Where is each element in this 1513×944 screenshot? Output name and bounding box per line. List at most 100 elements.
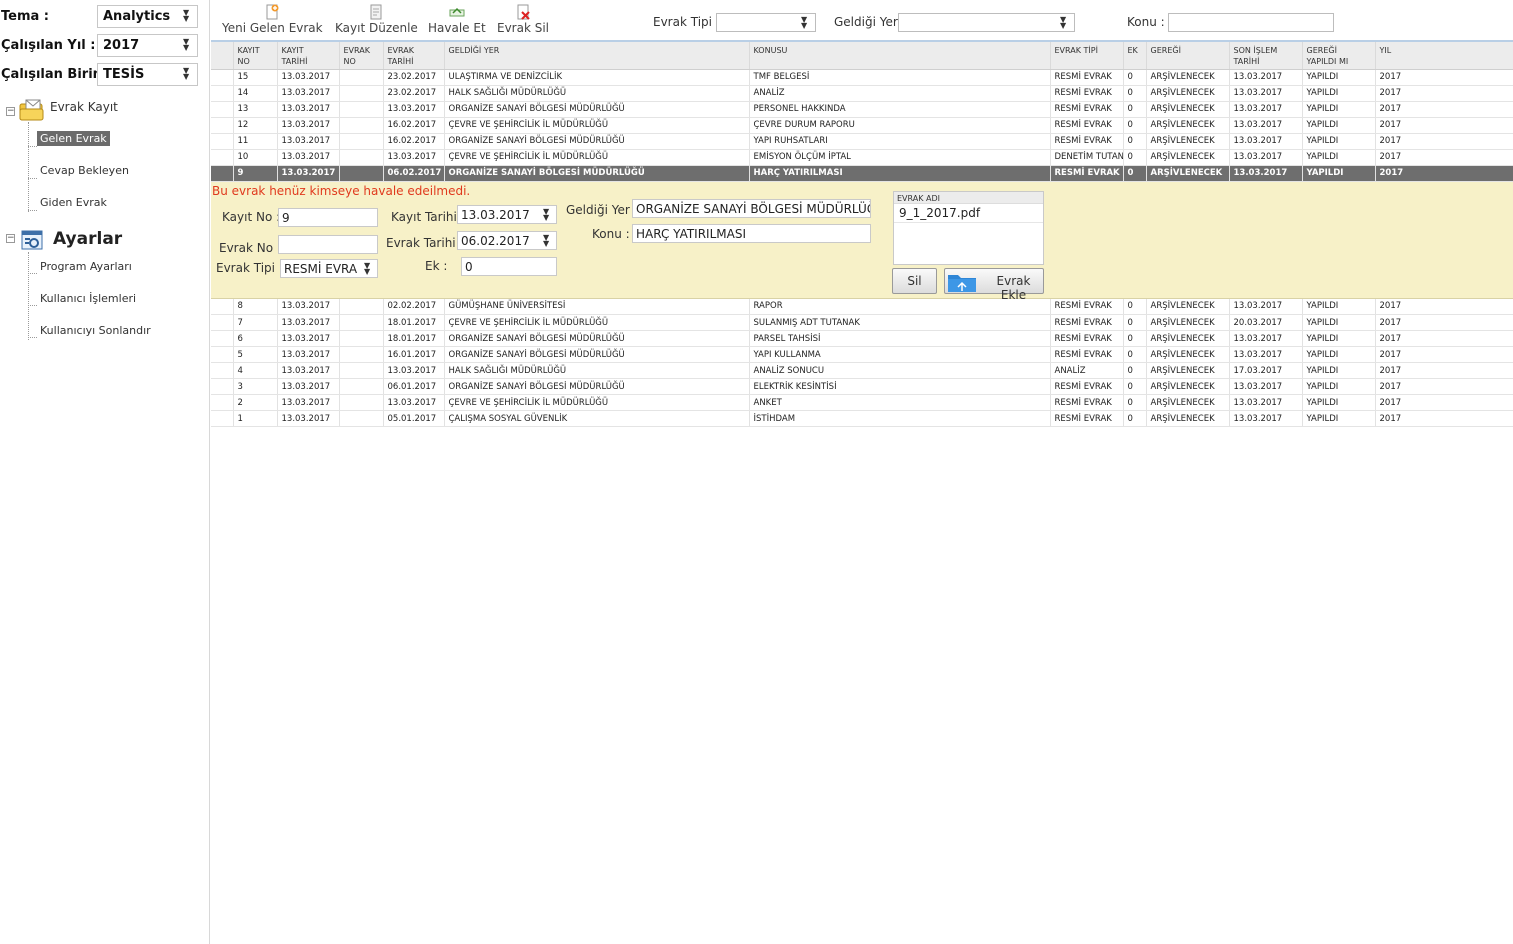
tree-line [28,122,29,212]
row-indicator [211,346,234,363]
column-header[interactable]: EVRAK TİPİ [1050,42,1124,70]
kayit-tarihi-picker[interactable]: 13.03.2017 ▼ ▼ [457,204,557,224]
tree-item-program-ayarlari[interactable]: Program Ayarları [40,260,132,273]
new-incoming-button[interactable]: Yeni Gelen Evrak [222,4,323,35]
table-row[interactable]: 6 13.03.2017 18.01.2017 ORGANİZE SANAYİ BÖL… [211,330,1513,347]
table-cell: RESMİ EVRAK [1050,346,1124,363]
tree-ayarlar-label: Ayarlar [53,229,123,249]
table-row[interactable]: 13 13.03.2017 13.03.2017 ORGANİZE SANAYİ BÖ… [211,101,1513,118]
column-header[interactable]: KAYIT TARİHİ [277,42,340,70]
kayit-no-field[interactable]: 9 [278,207,378,227]
tree-line [28,305,37,306]
table-cell: ORGANİZE SANAYİ BÖLGESİ MÜDÜRLÜĞÜ [444,101,750,118]
attachment-item[interactable]: 9_1_2017.pdf [894,204,1043,223]
table-cell: 0 [1123,149,1147,166]
table-row[interactable]: 8 13.03.2017 02.02.2017 GÜMÜŞHANE ÜNİVERSİT… [211,298,1513,315]
delete-attachment-button[interactable]: Sil [892,267,937,294]
table-cell: RESMİ EVRAK [1050,165,1124,182]
column-header[interactable]: EVRAK TARİHİ [383,42,445,70]
forward-button[interactable]: Havale Et [428,4,486,35]
delete-document-button[interactable]: Evrak Sil [497,4,549,35]
filter-type-select[interactable]: ▼ ▼ [716,13,816,32]
table-row[interactable]: 5 13.03.2017 16.01.2017 ORGANİZE SANAYİ BÖL… [211,346,1513,363]
table-row[interactable]: 15 13.03.2017 23.02.2017 ULAŞTIRMA VE DENİZ… [211,69,1513,86]
table-cell: 13.03.2017 [1229,101,1303,118]
column-header[interactable]: KAYIT NO [233,42,278,70]
table-row-selected[interactable]: 9 13.03.2017 06.02.2017 ORGANİZE SANAYİ BÖL… [211,165,1513,182]
column-header[interactable]: GEREĞİ [1146,42,1230,70]
table-cell: 0 [1123,330,1147,347]
filter-source-select[interactable]: ▼ ▼ [898,13,1075,32]
tema-label: Tema : [1,9,50,24]
toolbar: Yeni Gelen Evrak Kayıt Düzenle Havale Et… [211,0,1513,42]
tree-item-gelen-evrak[interactable]: Gelen Evrak [37,131,110,146]
table-cell: ULAŞTIRMA VE DENİZCİLİK [444,69,750,86]
table-cell: 6 [233,330,278,347]
table-row[interactable]: 14 13.03.2017 23.02.2017 HALK SAĞLIĞI MÜDÜR… [211,85,1513,102]
column-header[interactable]: GEREĞİ YAPILDI MI [1302,42,1376,70]
table-row[interactable]: 10 13.03.2017 13.03.2017 ÇEVRE VE ŞEHİRCİLİ… [211,149,1513,166]
evrak-tipi-value: RESMİ EVRA [284,261,358,276]
row-indicator [211,298,234,315]
table-cell [339,298,384,315]
yil-select[interactable]: 2017 ▼ ▼ [97,34,198,57]
column-header[interactable]: KONUSU [749,42,1051,70]
table-cell [339,378,384,395]
tree-item-kullanici-islemleri[interactable]: Kullanıcı İşlemleri [40,292,136,305]
table-row[interactable]: 7 13.03.2017 18.01.2017 ÇEVRE VE ŞEHİRCİLİK… [211,314,1513,331]
table-cell: 2017 [1375,346,1513,363]
evrak-no-field[interactable] [278,234,378,254]
tree-item-cevap-bekleyen[interactable]: Cevap Bekleyen [40,164,129,177]
konu-field[interactable]: HARÇ YATIRILMASI [632,223,871,243]
kayit-tarihi-label: Kayıt Tarihi : [391,209,465,224]
collapse-icon[interactable]: − [6,234,15,243]
table-row[interactable]: 4 13.03.2017 13.03.2017 HALK SAĞLIĞI MÜDÜRL… [211,362,1513,379]
tema-select[interactable]: Analytics ▼ ▼ [97,5,198,28]
table-cell: YAPILDI [1302,298,1376,315]
table-row[interactable]: 2 13.03.2017 13.03.2017 ÇEVRE VE ŞEHİRCİLİK… [211,394,1513,411]
column-header-line: EVRAK TİPİ [1054,46,1098,55]
ek-field[interactable]: 0 [461,256,557,276]
settings-window-icon [21,230,43,250]
table-row[interactable]: 11 13.03.2017 16.02.2017 ORGANİZE SANAYİ BÖ… [211,133,1513,150]
birim-select[interactable]: TESİS ▼ ▼ [97,63,198,86]
table-cell: 8 [233,298,278,315]
evrak-tarihi-value: 06.02.2017 [461,233,530,248]
row-indicator [211,133,234,150]
column-header[interactable]: EK [1123,42,1147,70]
table-row[interactable]: 1 13.03.2017 05.01.2017 ÇALIŞMA SOSYAL GÜVE… [211,410,1513,427]
chevron-down-icon: ▼ ▼ [364,260,371,276]
table-cell: RESMİ EVRAK [1050,298,1124,315]
table-row[interactable]: 12 13.03.2017 16.02.2017 ÇEVRE VE ŞEHİRCİLİ… [211,117,1513,134]
column-header-line: YAPILDI MI [1306,57,1349,66]
column-header[interactable]: YIL [1375,42,1513,70]
table-cell: 12 [233,117,278,134]
column-header[interactable]: SON İŞLEM TARİHİ [1229,42,1303,70]
column-header[interactable]: GELDİĞİ YER [444,42,750,70]
tree-item-giden-evrak[interactable]: Giden Evrak [40,196,107,209]
collapse-icon[interactable]: − [6,107,15,116]
tree-item-kullaniciyi-sonlandir[interactable]: Kullanıcıyı Sonlandır [40,324,151,337]
table-row[interactable]: 3 13.03.2017 06.01.2017 ORGANİZE SANAYİ BÖL… [211,378,1513,395]
table-cell: 13.03.2017 [1229,69,1303,86]
geldigi-yer-field[interactable]: ORGANİZE SANAYİ BÖLGESİ MÜDÜRLÜĞÜ [632,198,871,218]
table-cell: ÇEVRE DURUM RAPORU [749,117,1051,134]
table-cell: HALK SAĞLIĞI MÜDÜRLÜĞÜ [444,85,750,102]
table-cell: 13.03.2017 [1229,133,1303,150]
table-cell: 14 [233,85,278,102]
column-header-line: KAYIT [237,46,260,55]
edit-record-button[interactable]: Kayıt Düzenle [335,4,418,35]
filter-subject-input[interactable] [1168,13,1334,32]
table-cell: 10 [233,149,278,166]
column-header[interactable]: EVRAK NO [339,42,384,70]
table-cell: 15 [233,69,278,86]
table-cell: 13.03.2017 [1229,117,1303,134]
add-attachment-button[interactable]: Evrak Ekle [944,267,1044,302]
evrak-tipi-select[interactable]: RESMİ EVRA ▼ ▼ [280,258,378,278]
table-cell: YAPILDI [1302,85,1376,102]
row-indicator [211,117,234,134]
evrak-tarihi-picker[interactable]: 06.02.2017 ▼ ▼ [457,230,557,250]
edit-document-icon [370,4,382,20]
table-cell: RESMİ EVRAK [1050,314,1124,331]
table-cell: YAPILDI [1302,330,1376,347]
